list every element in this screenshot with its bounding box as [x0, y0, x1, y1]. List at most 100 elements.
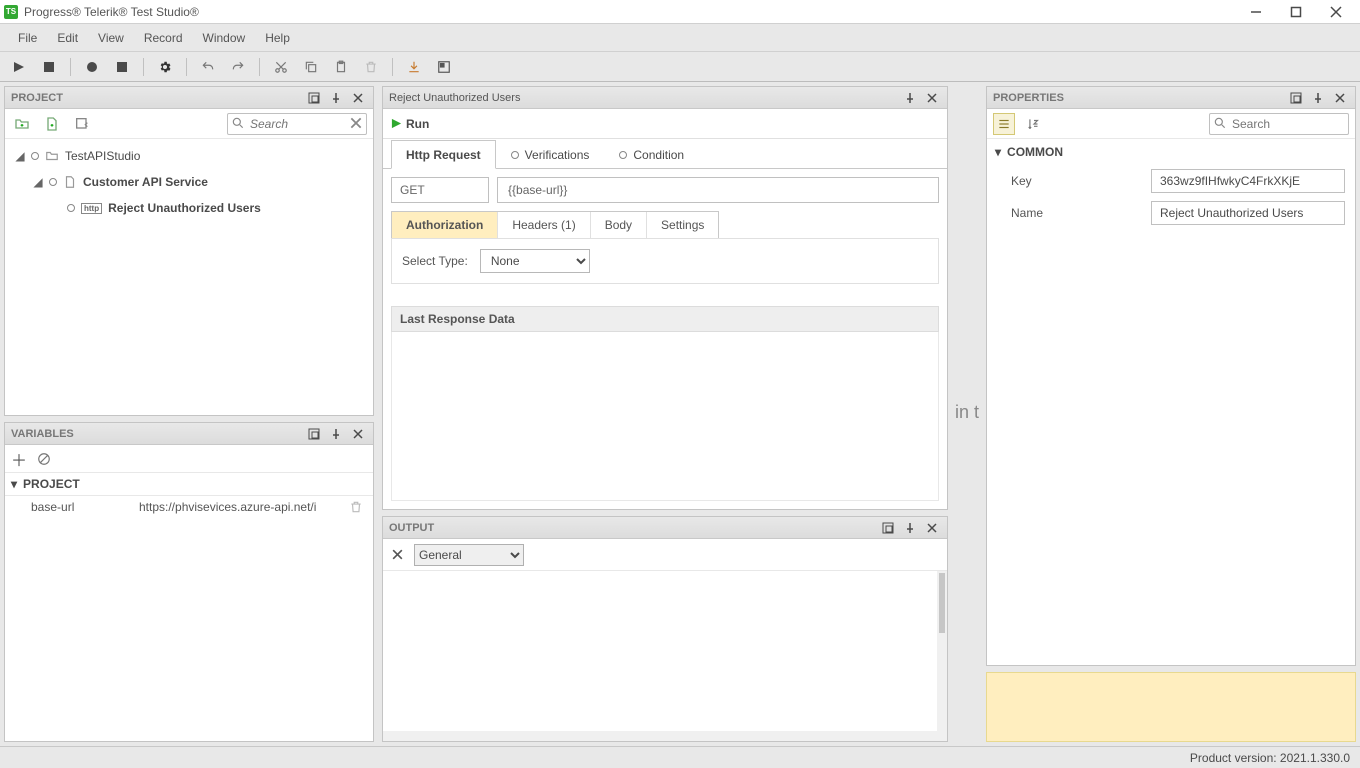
disable-icon[interactable] — [37, 452, 51, 466]
menu-view[interactable]: View — [88, 27, 134, 49]
tree-root[interactable]: ◢ TestAPIStudio — [5, 143, 373, 169]
close-panel-icon[interactable] — [923, 89, 941, 107]
separator — [259, 58, 260, 76]
status-dot-icon — [49, 178, 57, 186]
clear-output-icon[interactable] — [391, 548, 404, 561]
variables-section-header[interactable]: ▾ PROJECT — [5, 473, 373, 496]
close-panel-icon[interactable] — [349, 89, 367, 107]
alphabetical-view-button[interactable] — [1023, 113, 1045, 135]
window-position-icon[interactable] — [305, 425, 323, 443]
pin-icon[interactable] — [901, 519, 919, 537]
project-tree: ◢ TestAPIStudio ◢ Customer API Service h… — [5, 139, 373, 415]
import-icon[interactable] — [403, 56, 425, 78]
property-label: Name — [1011, 206, 1151, 220]
pin-icon[interactable] — [327, 89, 345, 107]
menubar: File Edit View Record Window Help — [0, 24, 1360, 52]
separator — [392, 58, 393, 76]
tree-service[interactable]: ◢ Customer API Service — [5, 169, 373, 195]
clear-search-icon[interactable] — [349, 116, 363, 130]
collapse-icon[interactable]: ▾ — [995, 145, 1001, 159]
product-version: Product version: 2021.1.330.0 — [1190, 751, 1350, 765]
gear-icon[interactable] — [154, 56, 176, 78]
play-icon[interactable] — [8, 56, 30, 78]
status-dot-icon — [619, 151, 627, 159]
delete-icon[interactable] — [360, 56, 382, 78]
window-position-icon[interactable] — [305, 89, 323, 107]
docked-text: in t — [952, 82, 982, 746]
subtab-headers[interactable]: Headers (1) — [498, 212, 590, 238]
menu-window[interactable]: Window — [193, 27, 256, 49]
cut-icon[interactable] — [270, 56, 292, 78]
delete-variable-icon[interactable] — [349, 500, 363, 514]
project-panel-title: PROJECT — [11, 92, 301, 104]
last-response-body — [391, 332, 939, 501]
categorized-view-button[interactable] — [993, 113, 1015, 135]
property-category[interactable]: ▾ COMMON — [987, 139, 1355, 165]
tab-verifications[interactable]: Verifications — [496, 140, 605, 169]
variable-row[interactable]: base-url https://phvisevices.azure-api.n… — [5, 496, 373, 518]
menu-file[interactable]: File — [8, 27, 47, 49]
close-button[interactable] — [1316, 0, 1356, 24]
auth-type-select[interactable]: None — [480, 249, 590, 273]
subtab-body[interactable]: Body — [591, 212, 647, 238]
stop-record-icon[interactable] — [111, 56, 133, 78]
property-name-input[interactable] — [1151, 201, 1345, 225]
close-panel-icon[interactable] — [923, 519, 941, 537]
window-position-icon[interactable] — [879, 519, 897, 537]
main-toolbar — [0, 52, 1360, 82]
maximize-button[interactable] — [1276, 0, 1316, 24]
tree-label: TestAPIStudio — [65, 149, 140, 163]
section-label: PROJECT — [23, 477, 80, 491]
run-button[interactable]: Run — [391, 117, 429, 131]
project-panel: PROJECT ◢ TestAP — [4, 86, 374, 416]
tree-step-selected[interactable]: http Reject Unauthorized Users — [5, 195, 373, 221]
output-panel-title: OUTPUT — [389, 522, 875, 534]
add-request-icon[interactable] — [71, 113, 93, 135]
app-icon: TS — [4, 5, 18, 19]
stop-icon[interactable] — [38, 56, 60, 78]
expand-icon[interactable]: ◢ — [15, 149, 25, 163]
properties-panel-title: PROPERTIES — [993, 92, 1283, 104]
titlebar: TS Progress® Telerik® Test Studio® — [0, 0, 1360, 24]
subtab-authorization[interactable]: Authorization — [392, 212, 498, 238]
editor-title: Reject Unauthorized Users — [389, 92, 897, 104]
collapse-icon[interactable]: ▾ — [11, 477, 17, 491]
copy-icon[interactable] — [300, 56, 322, 78]
document-icon — [63, 175, 77, 189]
tab-http-request[interactable]: Http Request — [391, 140, 496, 169]
layout-icon[interactable] — [433, 56, 455, 78]
subtab-settings[interactable]: Settings — [647, 212, 718, 238]
tab-condition[interactable]: Condition — [604, 140, 699, 169]
menu-edit[interactable]: Edit — [47, 27, 88, 49]
add-file-icon[interactable] — [41, 113, 63, 135]
status-dot-icon — [67, 204, 75, 212]
property-key-input[interactable] — [1151, 169, 1345, 193]
pin-icon[interactable] — [1309, 89, 1327, 107]
undo-icon[interactable] — [197, 56, 219, 78]
scrollbar-vertical[interactable] — [937, 571, 947, 741]
expand-icon[interactable]: ◢ — [33, 175, 43, 189]
tree-label: Reject Unauthorized Users — [108, 201, 261, 215]
search-icon — [1213, 116, 1227, 130]
url-input[interactable]: {{base-url}} — [497, 177, 939, 203]
close-panel-icon[interactable] — [349, 425, 367, 443]
add-variable-button[interactable]: ＋ — [11, 447, 27, 471]
http-method-select[interactable]: GET — [391, 177, 489, 203]
properties-search-input[interactable] — [1209, 113, 1349, 135]
pin-icon[interactable] — [327, 425, 345, 443]
add-folder-icon[interactable] — [11, 113, 33, 135]
status-dot-icon — [31, 152, 39, 160]
scrollbar-horizontal[interactable] — [383, 731, 947, 741]
last-response-header: Last Response Data — [391, 306, 939, 332]
project-search-input[interactable] — [227, 113, 367, 135]
output-filter-select[interactable]: General — [414, 544, 524, 566]
menu-help[interactable]: Help — [255, 27, 300, 49]
redo-icon[interactable] — [227, 56, 249, 78]
minimize-button[interactable] — [1236, 0, 1276, 24]
window-position-icon[interactable] — [1287, 89, 1305, 107]
pin-icon[interactable] — [901, 89, 919, 107]
close-panel-icon[interactable] — [1331, 89, 1349, 107]
record-icon[interactable] — [81, 56, 103, 78]
menu-record[interactable]: Record — [134, 27, 193, 49]
paste-icon[interactable] — [330, 56, 352, 78]
